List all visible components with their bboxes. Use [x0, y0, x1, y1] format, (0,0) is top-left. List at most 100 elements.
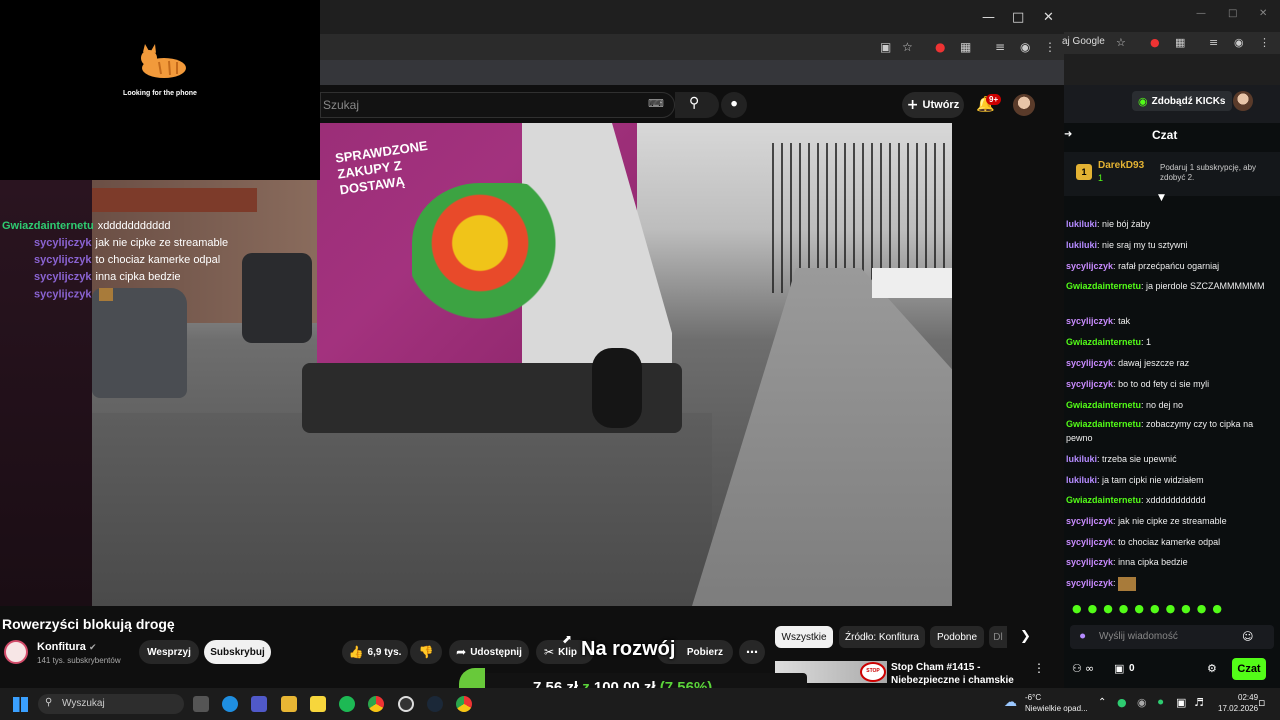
menu-dots-icon[interactable]: ⋮ — [1044, 40, 1056, 54]
sticky-notes-icon[interactable] — [310, 696, 326, 712]
profile-icon[interactable]: ◉ — [1020, 40, 1030, 54]
subscribe-button[interactable]: Subskrybuj — [204, 640, 271, 664]
taskbar-search[interactable]: ⚲ — [38, 694, 184, 714]
chat-user[interactable]: lukiluki — [1066, 475, 1097, 485]
support-button[interactable]: Wesprzyj — [139, 640, 199, 664]
obs-icon[interactable] — [398, 696, 414, 712]
channel-avatar[interactable] — [4, 640, 28, 664]
tray-arrow-icon[interactable]: ⌃ — [1098, 697, 1106, 708]
chat-user[interactable]: sycylijczyk — [1066, 537, 1113, 547]
keyboard-icon[interactable]: ⌨ — [648, 97, 664, 110]
extensions-icon[interactable]: ▦ — [960, 40, 971, 54]
media-control-icon[interactable]: ≡ — [1209, 36, 1218, 49]
extension-red-icon[interactable]: ● — [935, 40, 945, 54]
chat-message: Gwiazdainternetu: 1 — [1066, 337, 1152, 347]
chevron-right-icon[interactable]: ❯ — [1020, 629, 1031, 644]
close-icon[interactable]: ✕ — [1259, 8, 1267, 19]
more-actions-button[interactable]: ⋯ — [739, 640, 765, 664]
chevron-down-icon[interactable]: ▼ — [1158, 193, 1165, 203]
chip-more[interactable]: Dl — [989, 626, 1007, 648]
emote-bar[interactable]: ●●●●●●●●●● — [1064, 602, 1280, 618]
stream-overlay-panel: Looking for the phone — [0, 0, 320, 180]
chrome-active-icon[interactable] — [456, 696, 472, 712]
notification-icon[interactable]: ▫ — [1258, 696, 1265, 709]
overlay-chat-user: sycylijczyk — [34, 237, 92, 249]
chip-similar[interactable]: Podobne — [930, 626, 984, 648]
weather-widget[interactable]: -6°C Niewielkie opad... — [1025, 692, 1088, 714]
thumbs-down-icon: 👎 — [418, 645, 434, 659]
profile-icon[interactable]: ◉ — [1234, 36, 1244, 49]
collapse-chat-icon[interactable]: ➜ — [1064, 129, 1072, 140]
chat-user[interactable]: Gwiazdainternetu — [1066, 419, 1141, 429]
account-avatar[interactable] — [1013, 94, 1035, 116]
chat-user[interactable]: sycylijczyk — [1066, 516, 1113, 526]
dislike-button[interactable]: 👎 — [410, 640, 442, 664]
voice-search-button[interactable]: ⚫ — [721, 92, 747, 118]
tray-app-icon[interactable]: ● — [1117, 696, 1127, 709]
spotify-icon[interactable] — [339, 696, 355, 712]
search-input[interactable]: Szukaj ⌨ — [320, 92, 675, 118]
windows-start-icon[interactable] — [13, 697, 28, 712]
volume-icon[interactable]: ♬ — [1194, 696, 1204, 709]
video-player[interactable]: SPRAWDZONE ZAKUPY Z DOSTAWĄ — [92, 123, 952, 606]
extension-red-icon[interactable]: ● — [1150, 36, 1160, 49]
chat-text: no dej no — [1146, 400, 1184, 410]
chat-user[interactable]: sycylijczyk — [1066, 358, 1113, 368]
chat-user[interactable]: sycylijczyk — [1066, 316, 1113, 326]
chat-user[interactable]: sycylijczyk — [1066, 379, 1113, 389]
teams-icon[interactable] — [251, 696, 267, 712]
media-control-icon[interactable]: ≡ — [995, 40, 1005, 54]
chrome-icon[interactable] — [368, 696, 384, 712]
chat-user[interactable]: lukiluki — [1066, 219, 1097, 229]
chat-user[interactable]: Gwiazdainternetu — [1066, 495, 1141, 505]
like-button[interactable]: 👍 6,9 tys. — [342, 640, 408, 664]
minimize-icon[interactable]: — — [1196, 8, 1206, 19]
recommended-title[interactable]: Stop Cham #1415 - Niebezpieczne i chamsk… — [891, 661, 1021, 687]
edge-icon[interactable] — [222, 696, 238, 712]
menu-dots-icon[interactable]: ⋮ — [1259, 36, 1270, 49]
chat-user[interactable]: Gwiazdainternetu — [1066, 337, 1141, 347]
microphone-icon[interactable]: ⚫ — [1078, 630, 1087, 643]
task-view-icon[interactable] — [193, 696, 209, 712]
get-kicks-label: Zdobądź KICKs — [1151, 95, 1226, 107]
extensions-icon[interactable]: ▦ — [1175, 36, 1185, 49]
search-button[interactable]: ⚲ — [675, 92, 719, 118]
chat-user[interactable]: sycylijczyk — [1066, 261, 1113, 271]
overlay-chat-user: sycylijczyk — [34, 254, 92, 266]
chat-user[interactable]: sycylijczyk — [1066, 557, 1113, 567]
users-icon[interactable]: ⚇ — [1072, 662, 1082, 675]
chat-user[interactable]: Gwiazdainternetu — [1066, 281, 1141, 291]
maximize-icon[interactable]: □ — [1228, 8, 1237, 19]
chat-user[interactable]: sycylijczyk — [1066, 578, 1113, 588]
chip-all[interactable]: Wszystkie — [775, 626, 833, 648]
create-button[interactable]: + Utwórz — [902, 92, 964, 118]
address-bar[interactable]: ▣ ☆ ● ▦ ≡ ◉ ⋮ — [320, 34, 1064, 60]
tray-app-icon[interactable]: ◉ — [1137, 696, 1147, 709]
send-chat-button[interactable]: Czat — [1232, 658, 1266, 680]
close-icon[interactable]: ✕ — [1043, 10, 1054, 25]
microphone-icon[interactable]: ⚫ — [1156, 696, 1165, 709]
minimize-icon[interactable]: — — [982, 10, 995, 25]
gear-icon[interactable]: ⚙ — [1207, 662, 1217, 675]
more-vertical-icon[interactable]: ⋮ — [1033, 661, 1045, 675]
link-icon[interactable]: ∞ — [1085, 662, 1094, 675]
bookmark-star-icon[interactable]: ☆ — [1116, 36, 1126, 49]
share-label: Udostępnij — [470, 646, 522, 658]
bookmark-star-icon[interactable]: ☆ — [902, 40, 913, 54]
kick-account-avatar[interactable] — [1233, 91, 1253, 111]
gift-icon[interactable]: ▣ — [1114, 662, 1124, 675]
chat-user[interactable]: lukiluki — [1066, 240, 1097, 250]
chat-user[interactable]: Gwiazdainternetu — [1066, 400, 1141, 410]
chip-source[interactable]: Źródło: Konfitura — [839, 626, 925, 648]
emoji-icon[interactable]: ☺ — [1242, 630, 1253, 643]
cast-icon[interactable]: ▣ — [880, 40, 891, 54]
share-button[interactable]: ➦ Udostępnij — [449, 640, 529, 664]
channel-name[interactable]: Konfitura ✔ — [37, 641, 97, 653]
chat-user[interactable]: lukiluki — [1066, 454, 1097, 464]
steam-icon[interactable] — [427, 696, 443, 712]
file-explorer-icon[interactable] — [281, 696, 297, 712]
network-icon[interactable]: ▣ — [1176, 696, 1186, 709]
clock[interactable]: 02:49 17.02.2026 — [1218, 692, 1258, 714]
maximize-icon[interactable]: □ — [1012, 10, 1024, 25]
get-kicks-button[interactable]: ◉ Zdobądź KICKs — [1132, 91, 1232, 111]
